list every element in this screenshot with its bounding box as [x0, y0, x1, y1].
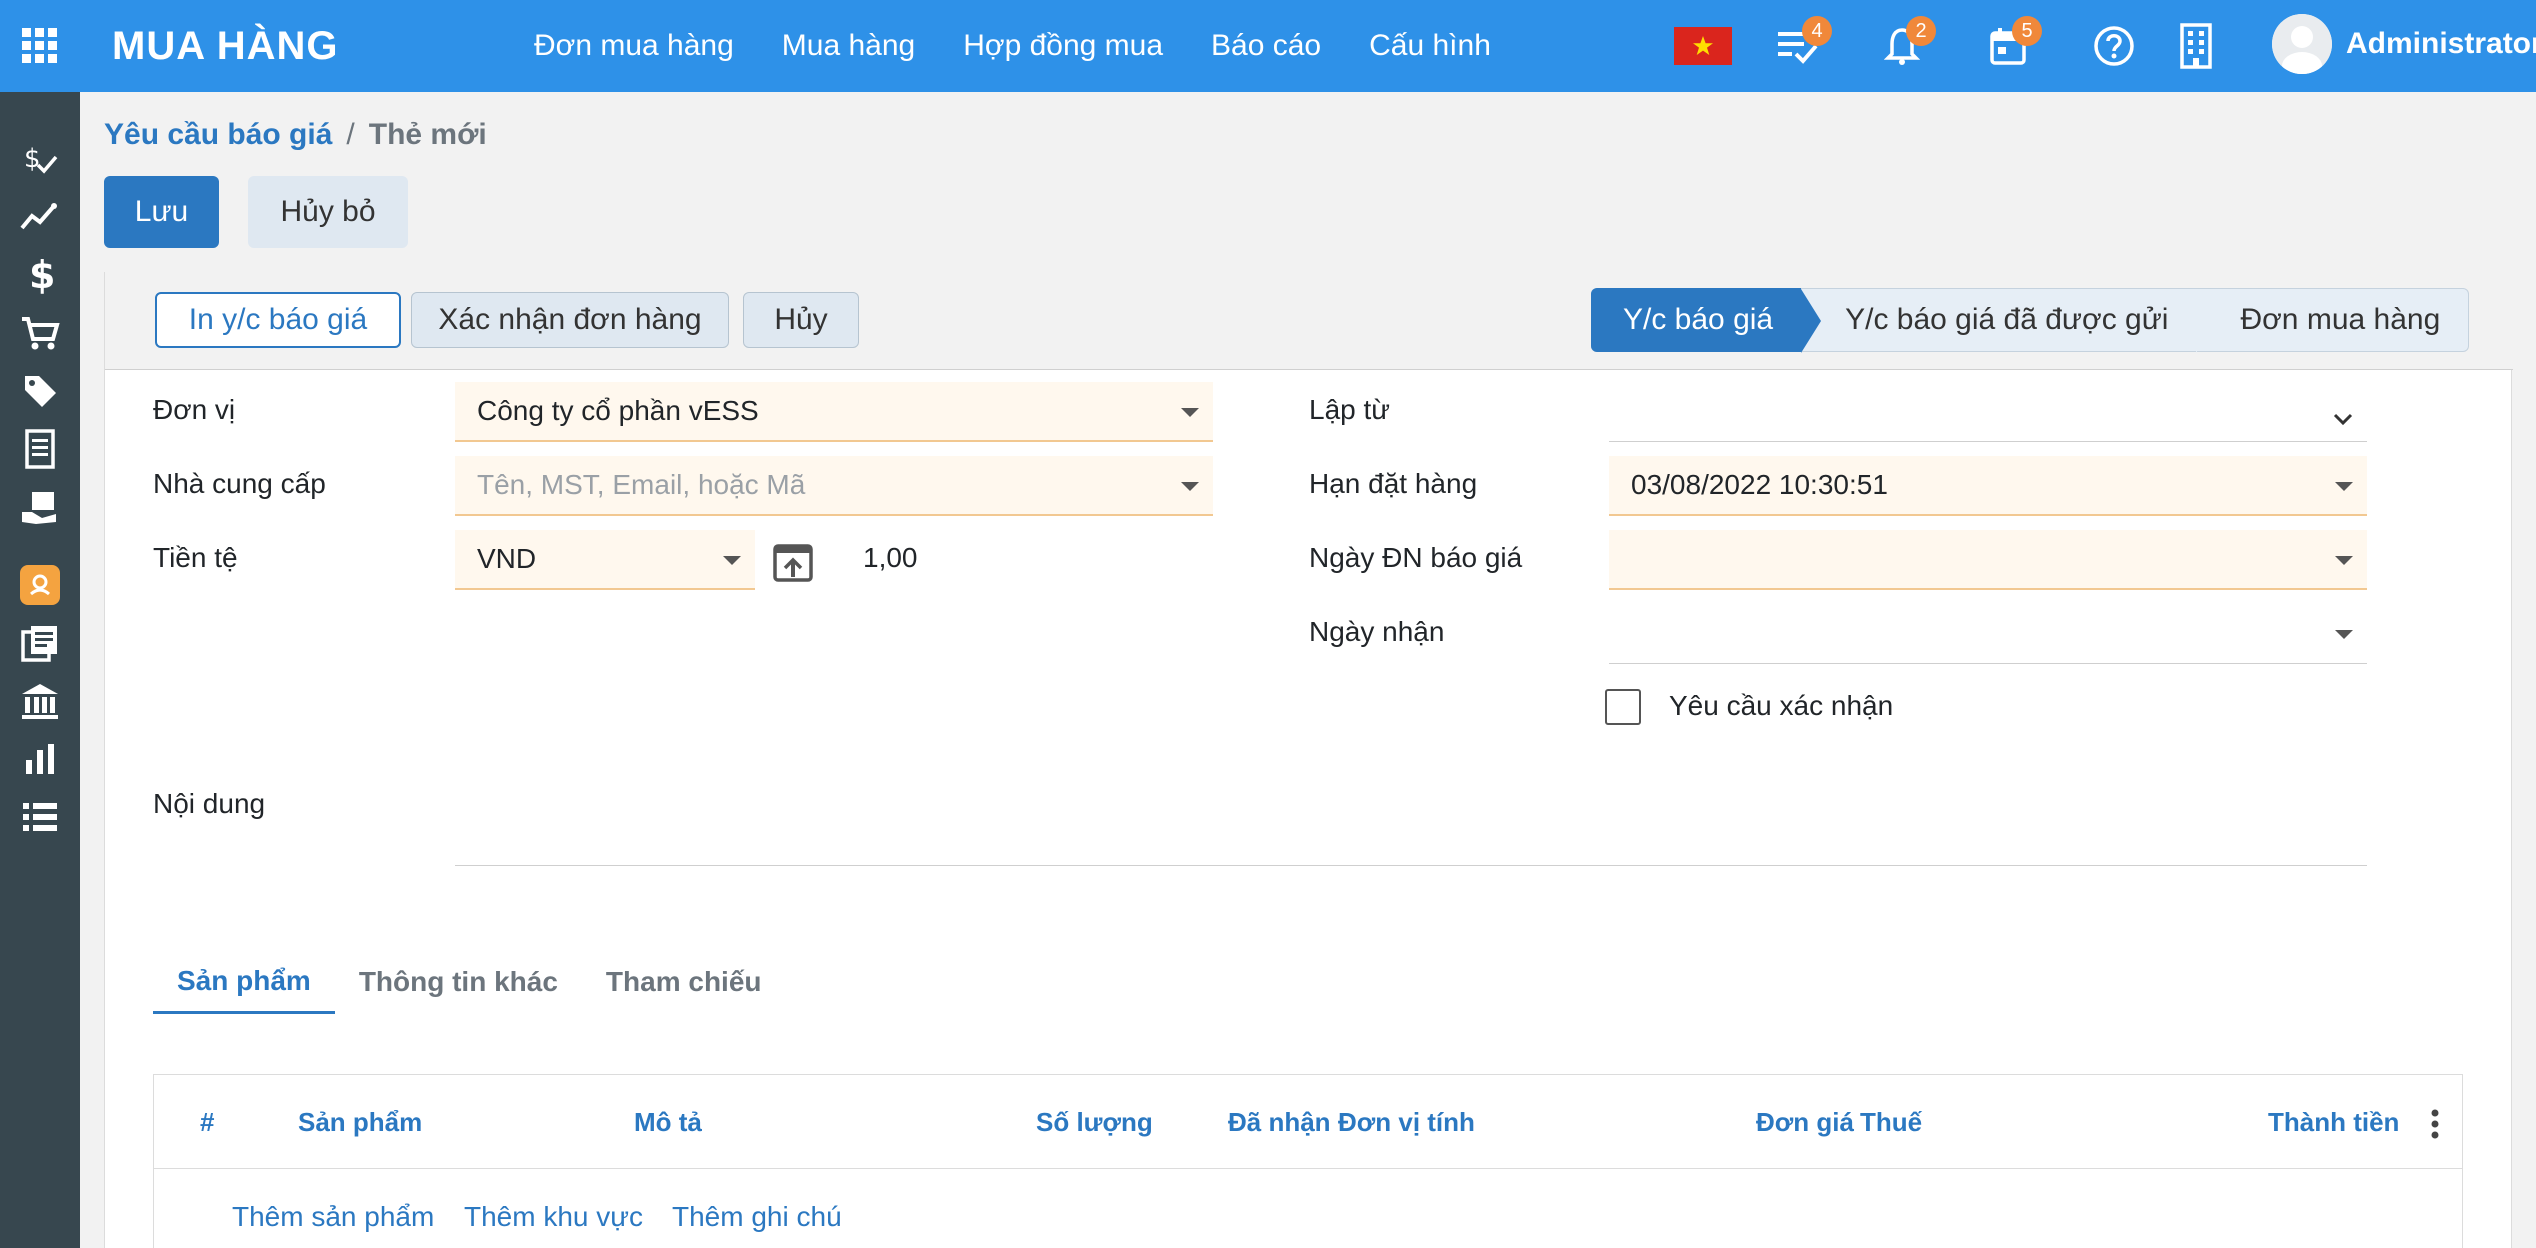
- currency-value: VND: [477, 543, 537, 574]
- company-value: Công ty cổ phần vESS: [477, 395, 759, 426]
- breadcrumb: Yêu cầu báo giá / Thẻ mới: [104, 118, 487, 152]
- currency-label: Tiền tệ: [153, 542, 238, 573]
- currency-rate-open-icon[interactable]: [773, 544, 813, 587]
- stage-rfq-label: Y/c báo giá: [1623, 303, 1774, 336]
- menu-purchase-orders[interactable]: Đơn mua hàng: [534, 29, 734, 63]
- stage-purchase-order[interactable]: Đơn mua hàng: [2196, 288, 2470, 352]
- order-deadline-field[interactable]: 03/08/2022 10:30:51: [1609, 456, 2367, 516]
- quote-date-caret-icon[interactable]: [2335, 556, 2353, 565]
- add-section-link[interactable]: Thêm khu vực: [464, 1201, 643, 1233]
- vendor-placeholder: Tên, MST, Email, hoặc Mã: [477, 469, 806, 500]
- stage-purchase-order-label: Đơn mua hàng: [2240, 303, 2441, 336]
- top-menu: Đơn mua hàng Mua hàng Hợp đồng mua Báo c…: [534, 29, 1491, 63]
- vietnam-flag-icon[interactable]: [1674, 27, 1732, 65]
- col-received[interactable]: Đã nhận: [1228, 1107, 1331, 1138]
- svg-text:$: $: [29, 255, 55, 295]
- username: Administrator: [2346, 27, 2536, 60]
- col-index: #: [200, 1107, 215, 1137]
- content-textarea[interactable]: [455, 742, 2367, 866]
- origin-chevron-down-icon[interactable]: [2333, 402, 2353, 434]
- add-note-link[interactable]: Thêm ghi chú: [672, 1201, 842, 1233]
- breadcrumb-current: Thẻ mới: [368, 118, 487, 151]
- col-quantity[interactable]: Số lượng: [1036, 1107, 1153, 1138]
- avatar: [2272, 14, 2332, 74]
- svg-text:$: $: [24, 144, 41, 174]
- origin-field[interactable]: [1609, 382, 2367, 442]
- apps-menu-icon[interactable]: [0, 0, 80, 92]
- col-product[interactable]: Sản phẩm: [298, 1107, 422, 1138]
- currency-dropdown-caret-icon[interactable]: [723, 556, 741, 565]
- tab-products[interactable]: Sản phẩm: [153, 950, 335, 1014]
- col-unit-price[interactable]: Đơn giá: [1756, 1107, 1854, 1138]
- vendor-field[interactable]: Tên, MST, Email, hoặc Mã: [455, 456, 1213, 516]
- column-options-kebab-icon[interactable]: [2430, 1109, 2440, 1144]
- menu-purchase[interactable]: Mua hàng: [782, 29, 915, 63]
- form-sheet: In y/c báo giá Xác nhận đơn hàng Hủy Y/c…: [104, 272, 2513, 1248]
- menu-configuration[interactable]: Cấu hình: [1369, 29, 1491, 63]
- stage-rfq-sent[interactable]: Y/c báo giá đã được gửi: [1801, 288, 2217, 353]
- company-building-icon[interactable]: [2170, 20, 2222, 72]
- quote-date-field[interactable]: [1609, 530, 2367, 590]
- add-product-link[interactable]: Thêm sản phẩm: [232, 1201, 434, 1233]
- calendar-badge: 5: [2012, 16, 2042, 46]
- content-label: Nội dung: [153, 788, 266, 819]
- print-rfq-button[interactable]: In y/c báo giá: [155, 292, 401, 348]
- app-title[interactable]: MUA HÀNG: [112, 24, 422, 69]
- menu-reports[interactable]: Báo cáo: [1211, 29, 1321, 63]
- receipt-date-field[interactable]: [1609, 604, 2367, 664]
- quote-date-label: Ngày ĐN báo giá: [1309, 542, 1523, 573]
- require-confirm-checkbox[interactable]: [1605, 689, 1641, 725]
- col-subtotal[interactable]: Thành tiền: [2268, 1107, 2399, 1138]
- sidebar-list-icon[interactable]: [0, 782, 80, 852]
- top-navbar: MUA HÀNG Đơn mua hàng Mua hàng Hợp đồng …: [0, 0, 2536, 92]
- order-deadline-label: Hạn đặt hàng: [1309, 468, 1478, 499]
- vendor-label: Nhà cung cấp: [153, 468, 326, 499]
- status-stages: Y/c báo giá Y/c báo giá đã được gửi Đơn …: [1591, 288, 2470, 353]
- currency-field[interactable]: VND: [455, 530, 755, 590]
- discard-button[interactable]: Hủy bỏ: [248, 176, 408, 248]
- col-taxes[interactable]: Thuế: [1860, 1107, 1922, 1138]
- breadcrumb-parent-link[interactable]: Yêu cầu báo giá: [104, 118, 332, 152]
- order-deadline-value: 03/08/2022 10:30:51: [1631, 469, 1888, 500]
- company-label: Đơn vị: [153, 394, 236, 425]
- stage-rfq-sent-label: Y/c báo giá đã được gửi: [1845, 303, 2169, 336]
- sidebar-inventory-hand-icon[interactable]: [0, 472, 80, 542]
- control-panel: Yêu cầu báo giá / Thẻ mới Lưu Hủy bỏ: [80, 92, 2536, 272]
- col-uom[interactable]: Đơn vị tính: [1338, 1107, 1475, 1138]
- receipt-date-caret-icon[interactable]: [2335, 630, 2353, 639]
- company-dropdown-caret-icon[interactable]: [1181, 408, 1199, 417]
- calendar-icon[interactable]: 5: [1982, 16, 2042, 72]
- company-field[interactable]: Công ty cổ phần vESS: [455, 382, 1213, 442]
- table-header: # Sản phẩm Mô tả Số lượng Đã nhận Đơn vị…: [154, 1075, 2462, 1169]
- vendor-dropdown-caret-icon[interactable]: [1181, 482, 1199, 491]
- currency-rate-value: 1,00: [863, 542, 918, 573]
- breadcrumb-separator: /: [346, 118, 355, 151]
- save-button[interactable]: Lưu: [104, 176, 219, 248]
- origin-label: Lập từ: [1309, 394, 1391, 425]
- notifications-bell-icon[interactable]: 2: [1876, 16, 1936, 72]
- activities-badge: 4: [1802, 16, 1832, 46]
- require-confirm-label: Yêu cầu xác nhận: [1669, 690, 1894, 721]
- confirm-order-button[interactable]: Xác nhận đơn hàng: [411, 292, 729, 348]
- tab-references[interactable]: Tham chiếu: [582, 950, 786, 1014]
- col-description[interactable]: Mô tả: [634, 1107, 702, 1138]
- user-menu[interactable]: Administrator: [2272, 14, 2536, 74]
- notebook-tabs: Sản phẩm Thông tin khác Tham chiếu: [153, 950, 786, 1014]
- tab-other-info[interactable]: Thông tin khác: [335, 950, 582, 1014]
- status-bar: In y/c báo giá Xác nhận đơn hàng Hủy Y/c…: [105, 272, 2513, 370]
- app-sidebar: $ $: [0, 92, 80, 1248]
- order-lines-table: # Sản phẩm Mô tả Số lượng Đã nhận Đơn vị…: [153, 1074, 2463, 1248]
- receipt-date-label: Ngày nhận: [1309, 616, 1445, 647]
- menu-purchase-contracts[interactable]: Hợp đồng mua: [963, 29, 1163, 63]
- order-deadline-caret-icon[interactable]: [2335, 482, 2353, 491]
- activities-icon[interactable]: 4: [1772, 16, 1832, 72]
- stage-rfq[interactable]: Y/c báo giá: [1591, 288, 1822, 353]
- help-icon[interactable]: [2088, 20, 2140, 72]
- cancel-button[interactable]: Hủy: [743, 292, 859, 348]
- notifications-badge: 2: [1906, 16, 1936, 46]
